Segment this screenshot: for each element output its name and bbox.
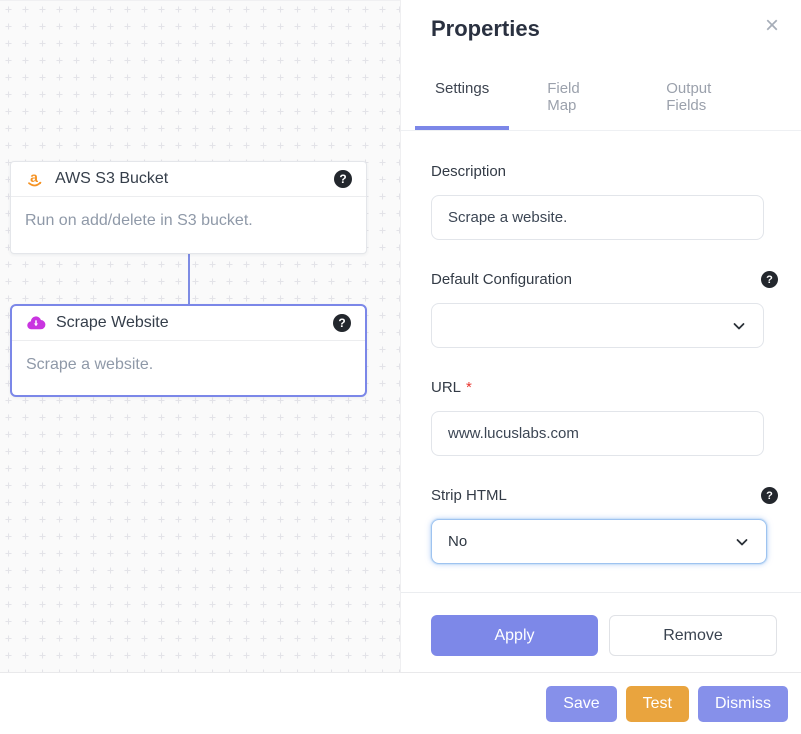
default-configuration-field: Default Configuration ? [431,271,778,348]
strip-html-select[interactable]: No [431,519,767,564]
required-indicator: * [466,379,472,396]
chevron-down-icon [731,318,747,334]
main-area: a AWS S3 Bucket ? Run on add/delete in S… [0,0,801,672]
remove-button[interactable]: Remove [609,615,777,656]
tab-output-fields[interactable]: Output Fields [646,66,769,130]
apply-button[interactable]: Apply [431,615,598,656]
strip-html-field: Strip HTML ? No [431,487,778,564]
test-button[interactable]: Test [626,686,689,722]
node-title: AWS S3 Bucket [55,170,168,188]
help-icon[interactable]: ? [761,271,778,288]
node-scrape-website[interactable]: Scrape Website ? Scrape a website. [10,304,367,397]
workflow-canvas[interactable]: a AWS S3 Bucket ? Run on add/delete in S… [0,0,400,672]
label-text: Strip HTML [431,487,507,504]
bottom-action-bar: Save Test Dismiss [0,672,801,734]
strip-html-label: Strip HTML ? [431,487,778,504]
chevron-down-icon [734,534,750,550]
panel-title: Properties [431,16,777,42]
node-description: Run on add/delete in S3 bucket. [11,197,366,245]
tab-field-map[interactable]: Field Map [527,66,628,130]
cloud-download-icon [26,313,46,333]
dismiss-button[interactable]: Dismiss [698,686,788,722]
node-aws-s3-bucket[interactable]: a AWS S3 Bucket ? Run on add/delete in S… [10,161,367,254]
description-field: Description [431,163,778,240]
node-header: Scrape Website ? [12,306,365,341]
help-icon[interactable]: ? [333,314,351,332]
node-description: Scrape a website. [12,341,365,389]
help-icon[interactable]: ? [761,487,778,504]
close-icon[interactable]: × [765,14,779,38]
url-label: URL * [431,379,778,396]
tab-bar: Settings Field Map Output Fields [401,66,801,131]
panel-actions: Apply Remove [431,593,778,656]
node-connector-line [188,254,190,304]
default-configuration-label: Default Configuration ? [431,271,778,288]
properties-panel: Properties × Settings Field Map Output F… [400,0,801,672]
panel-header: Properties × [401,0,801,42]
url-field: URL * [431,379,778,456]
label-text: URL [431,379,461,396]
help-icon[interactable]: ? [334,170,352,188]
description-input[interactable] [431,195,764,240]
svg-text:a: a [30,169,38,185]
label-text: Default Configuration [431,271,572,288]
node-title: Scrape Website [56,314,169,332]
save-button[interactable]: Save [546,686,616,722]
default-configuration-select[interactable] [431,303,764,348]
selected-value: No [448,533,467,550]
app-window: a AWS S3 Bucket ? Run on add/delete in S… [0,0,801,734]
description-label: Description [431,163,778,180]
settings-form: Description Default Configuration ? [401,131,801,656]
node-header: a AWS S3 Bucket ? [11,162,366,197]
aws-icon: a [25,169,45,189]
tab-settings[interactable]: Settings [415,66,509,130]
url-input[interactable] [431,411,764,456]
